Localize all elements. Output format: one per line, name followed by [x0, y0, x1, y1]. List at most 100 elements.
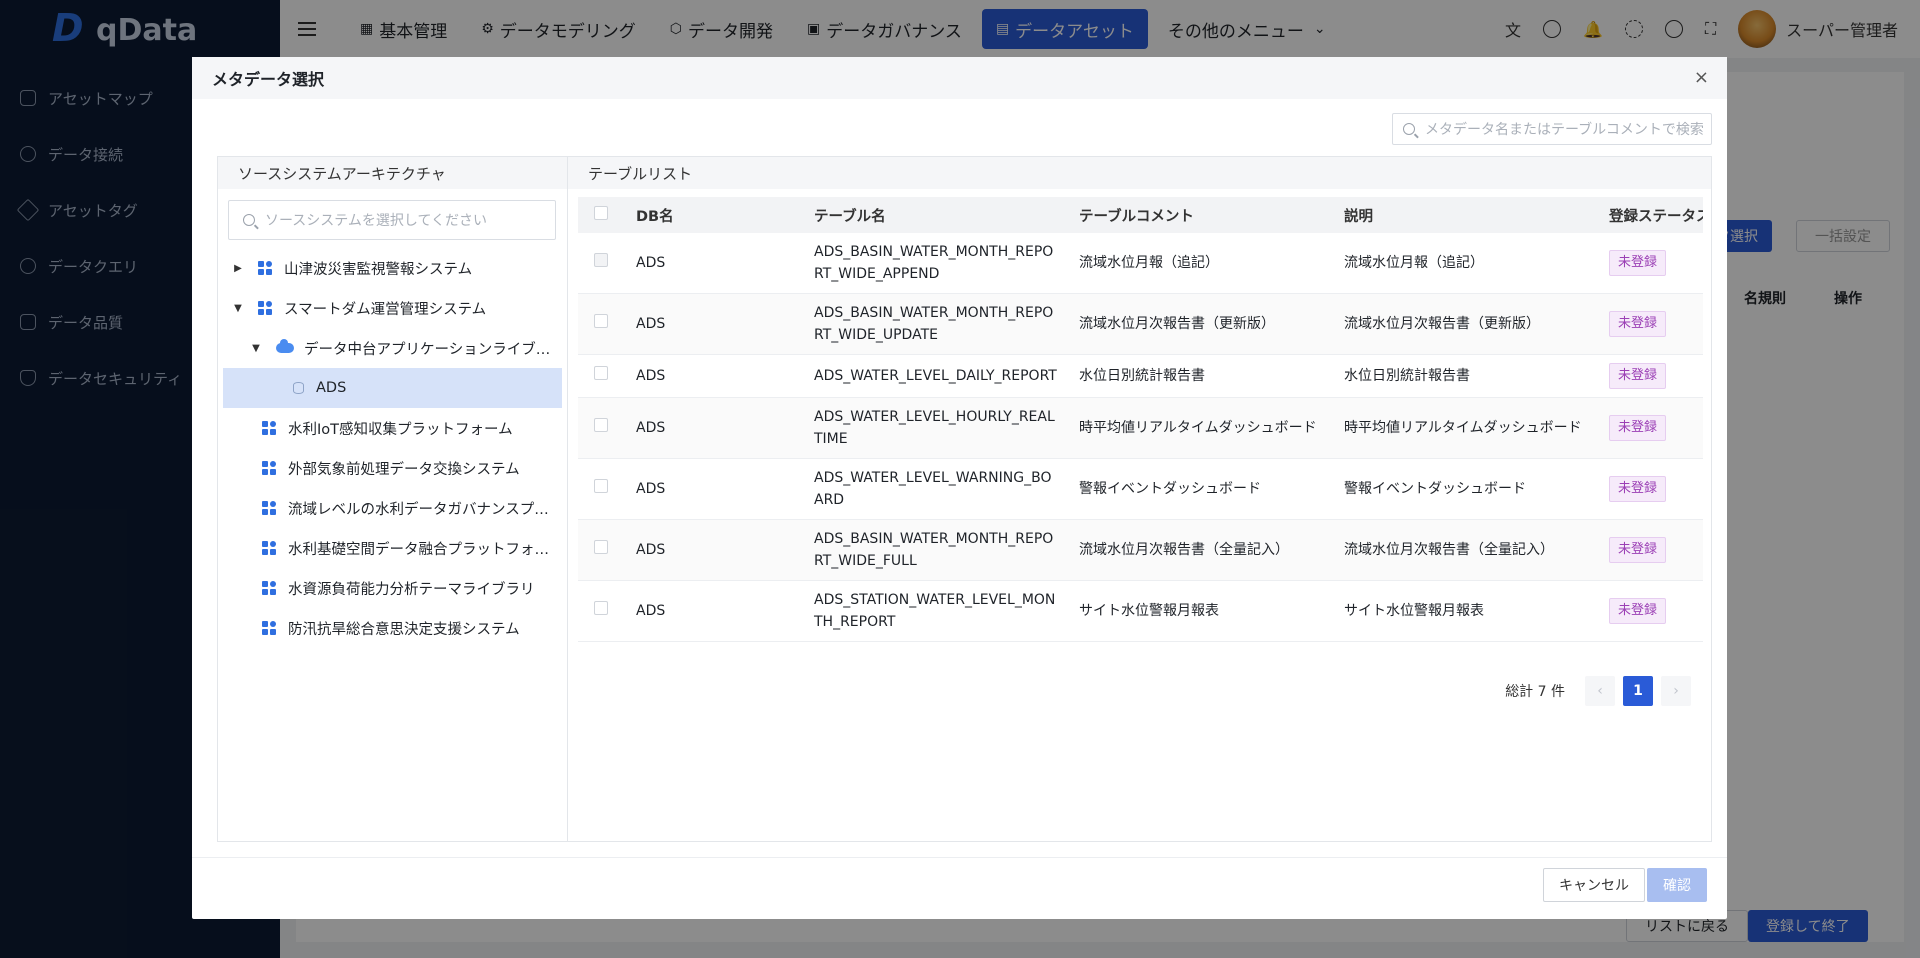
cell-db: ADS: [626, 580, 804, 642]
modal-footer: キャンセル 確認: [192, 857, 1727, 919]
table-list-panel-title: テーブルリスト: [568, 157, 1711, 189]
tree-node-datasource[interactable]: ▼ データ中台アプリケーションライブ…: [218, 328, 567, 368]
tree-node-system[interactable]: 水利基礎空間データ融合プラットフォ…: [218, 528, 567, 568]
cell-comment: 流域水位月報（追記）: [1069, 233, 1334, 294]
caret-down-icon[interactable]: ▼: [250, 343, 262, 354]
source-system-panel-title: ソースシステムアーキテクチャ: [218, 157, 567, 189]
tree-node-label: 水利IoT感知収集プラットフォーム: [288, 421, 513, 438]
tree-node-label: 外部気象前処理データ交換システム: [288, 461, 520, 478]
table-scroll-area[interactable]: DB名 テーブル名 テーブルコメント 説明 登録ステータス ADS ADS_BA…: [578, 197, 1703, 642]
cell-table-name: ADS_BASIN_WATER_MONTH_REPORT_WIDE_FULL: [804, 519, 1069, 581]
cell-description: 時平均値リアルタイムダッシュボード: [1334, 397, 1599, 459]
tree-node-system[interactable]: ▼ スマートダム運営管理システム: [218, 288, 567, 328]
tree-node-label: データ中台アプリケーションライブ…: [304, 341, 551, 358]
tree-node-label: 山津波災害監視警報システム: [284, 261, 473, 278]
search-placeholder: メタデータ名またはテーブルコメントで検索: [1425, 122, 1704, 138]
cell-table-name: ADS_WATER_LEVEL_DAILY_REPORT: [804, 354, 1069, 398]
column-header-table-name: テーブル名: [804, 197, 1069, 233]
cell-table-name: ADS_STATION_WATER_LEVEL_MONTH_REPORT: [804, 580, 1069, 642]
tree-node-system[interactable]: ▶ 山津波災害監視警報システム: [218, 248, 567, 288]
tree-node-system[interactable]: 外部気象前処理データ交換システム: [218, 448, 567, 488]
source-system-panel: ソースシステムアーキテクチャ ソースシステムを選択してください ▶ 山津波災害監…: [218, 157, 568, 841]
modal-header: メタデータ選択 ×: [192, 57, 1727, 99]
confirm-button[interactable]: 確認: [1647, 868, 1707, 902]
column-header-db: DB名: [626, 197, 804, 233]
system-icon: [262, 421, 276, 435]
table-row[interactable]: ADS ADS_BASIN_WATER_MONTH_REPORT_WIDE_FU…: [578, 519, 1703, 581]
metadata-select-modal: メタデータ選択 × メタデータ名またはテーブルコメントで検索 ソースシステムアー…: [192, 57, 1727, 919]
tree-node-label: 水資源負荷能力分析テーマライブラリ: [288, 581, 535, 598]
cell-description: 警報イベントダッシュボード: [1334, 458, 1599, 520]
row-checkbox[interactable]: [594, 253, 608, 267]
tree-node-system[interactable]: 水利IoT感知収集プラットフォーム: [218, 408, 567, 448]
row-checkbox[interactable]: [594, 366, 608, 380]
tree-node-label: ADS: [316, 380, 347, 396]
tree-node-database[interactable]: ADS: [223, 368, 562, 408]
caret-down-icon[interactable]: ▼: [232, 303, 244, 314]
row-checkbox[interactable]: [594, 540, 608, 554]
cell-db: ADS: [626, 354, 804, 398]
row-check-cell: [578, 354, 626, 398]
tree-node-system[interactable]: 防汛抗旱総合意思決定支援システム: [218, 608, 567, 648]
cell-comment: 水位日別統計報告書: [1069, 354, 1334, 398]
cell-status: 未登録: [1599, 354, 1703, 398]
row-check-cell: [578, 293, 626, 355]
cell-comment: 警報イベントダッシュボード: [1069, 458, 1334, 520]
page-button-current[interactable]: 1: [1623, 676, 1653, 706]
system-icon: [258, 261, 272, 275]
row-checkbox[interactable]: [594, 479, 608, 493]
table-row[interactable]: ADS ADS_WATER_LEVEL_HOURLY_REALTIME 時平均値…: [578, 397, 1703, 459]
cell-status: 未登録: [1599, 580, 1703, 642]
row-checkbox[interactable]: [594, 314, 608, 328]
status-badge: 未登録: [1609, 250, 1667, 276]
close-icon[interactable]: ×: [1694, 67, 1709, 88]
caret-right-icon[interactable]: ▶: [232, 263, 244, 274]
system-icon: [262, 501, 276, 515]
cell-status: 未登録: [1599, 233, 1703, 294]
cancel-button[interactable]: キャンセル: [1543, 868, 1645, 902]
system-icon: [262, 541, 276, 555]
source-system-tree: ▶ 山津波災害監視警報システム ▼ スマートダム運営管理システム ▼ データ中台…: [218, 248, 567, 648]
metadata-search-input[interactable]: メタデータ名またはテーブルコメントで検索: [1392, 113, 1712, 145]
column-header-status: 登録ステータス: [1599, 197, 1703, 233]
column-header-description: 説明: [1334, 197, 1599, 233]
row-checkbox[interactable]: [594, 601, 608, 615]
tree-node-system[interactable]: 流域レベルの水利データガバナンスプ…: [218, 488, 567, 528]
cell-comment: 時平均値リアルタイムダッシュボード: [1069, 397, 1334, 459]
row-checkbox[interactable]: [594, 418, 608, 432]
source-system-search-input[interactable]: ソースシステムを選択してください: [228, 200, 556, 240]
table-row[interactable]: ADS ADS_BASIN_WATER_MONTH_REPORT_WIDE_UP…: [578, 293, 1703, 355]
next-page-button[interactable]: ›: [1661, 676, 1691, 706]
cell-db: ADS: [626, 397, 804, 459]
cell-status: 未登録: [1599, 519, 1703, 581]
cell-table-name: ADS_WATER_LEVEL_WARNING_BOARD: [804, 458, 1069, 520]
tree-node-system[interactable]: 水資源負荷能力分析テーマライブラリ: [218, 568, 567, 608]
row-check-cell: [578, 580, 626, 642]
table-row[interactable]: ADS ADS_WATER_LEVEL_DAILY_REPORT 水位日別統計報…: [578, 354, 1703, 398]
status-badge: 未登録: [1609, 311, 1667, 337]
status-badge: 未登録: [1609, 537, 1667, 563]
system-icon: [262, 621, 276, 635]
cell-table-name: ADS_BASIN_WATER_MONTH_REPORT_WIDE_UPDATE: [804, 293, 1069, 355]
table-row[interactable]: ADS ADS_STATION_WATER_LEVEL_MONTH_REPORT…: [578, 580, 1703, 642]
cell-status: 未登録: [1599, 458, 1703, 520]
cell-description: 流域水位月次報告書（更新版）: [1334, 293, 1599, 355]
tree-node-label: 流域レベルの水利データガバナンスプ…: [288, 501, 549, 518]
prev-page-button[interactable]: ‹: [1585, 676, 1615, 706]
select-all-cell: [578, 197, 626, 233]
modal-panels: ソースシステムアーキテクチャ ソースシステムを選択してください ▶ 山津波災害監…: [217, 156, 1712, 842]
cell-description: 流域水位月次報告書（全量記入）: [1334, 519, 1599, 581]
table-row[interactable]: ADS ADS_WATER_LEVEL_WARNING_BOARD 警報イベント…: [578, 458, 1703, 520]
status-badge: 未登録: [1609, 598, 1667, 624]
tree-search-placeholder: ソースシステムを選択してください: [265, 213, 488, 229]
select-all-checkbox[interactable]: [594, 206, 608, 220]
pagination: 総計 7 件 ‹ 1 ›: [1505, 676, 1691, 706]
system-icon: [258, 301, 272, 315]
pagination-total: 総計 7 件: [1505, 684, 1565, 700]
cell-status: 未登録: [1599, 293, 1703, 355]
table-header-row: DB名 テーブル名 テーブルコメント 説明 登録ステータス: [578, 197, 1703, 233]
search-icon: [243, 214, 255, 226]
table-row[interactable]: ADS ADS_BASIN_WATER_MONTH_REPORT_WIDE_AP…: [578, 233, 1703, 294]
cell-db: ADS: [626, 233, 804, 294]
cell-comment: サイト水位警報月報表: [1069, 580, 1334, 642]
